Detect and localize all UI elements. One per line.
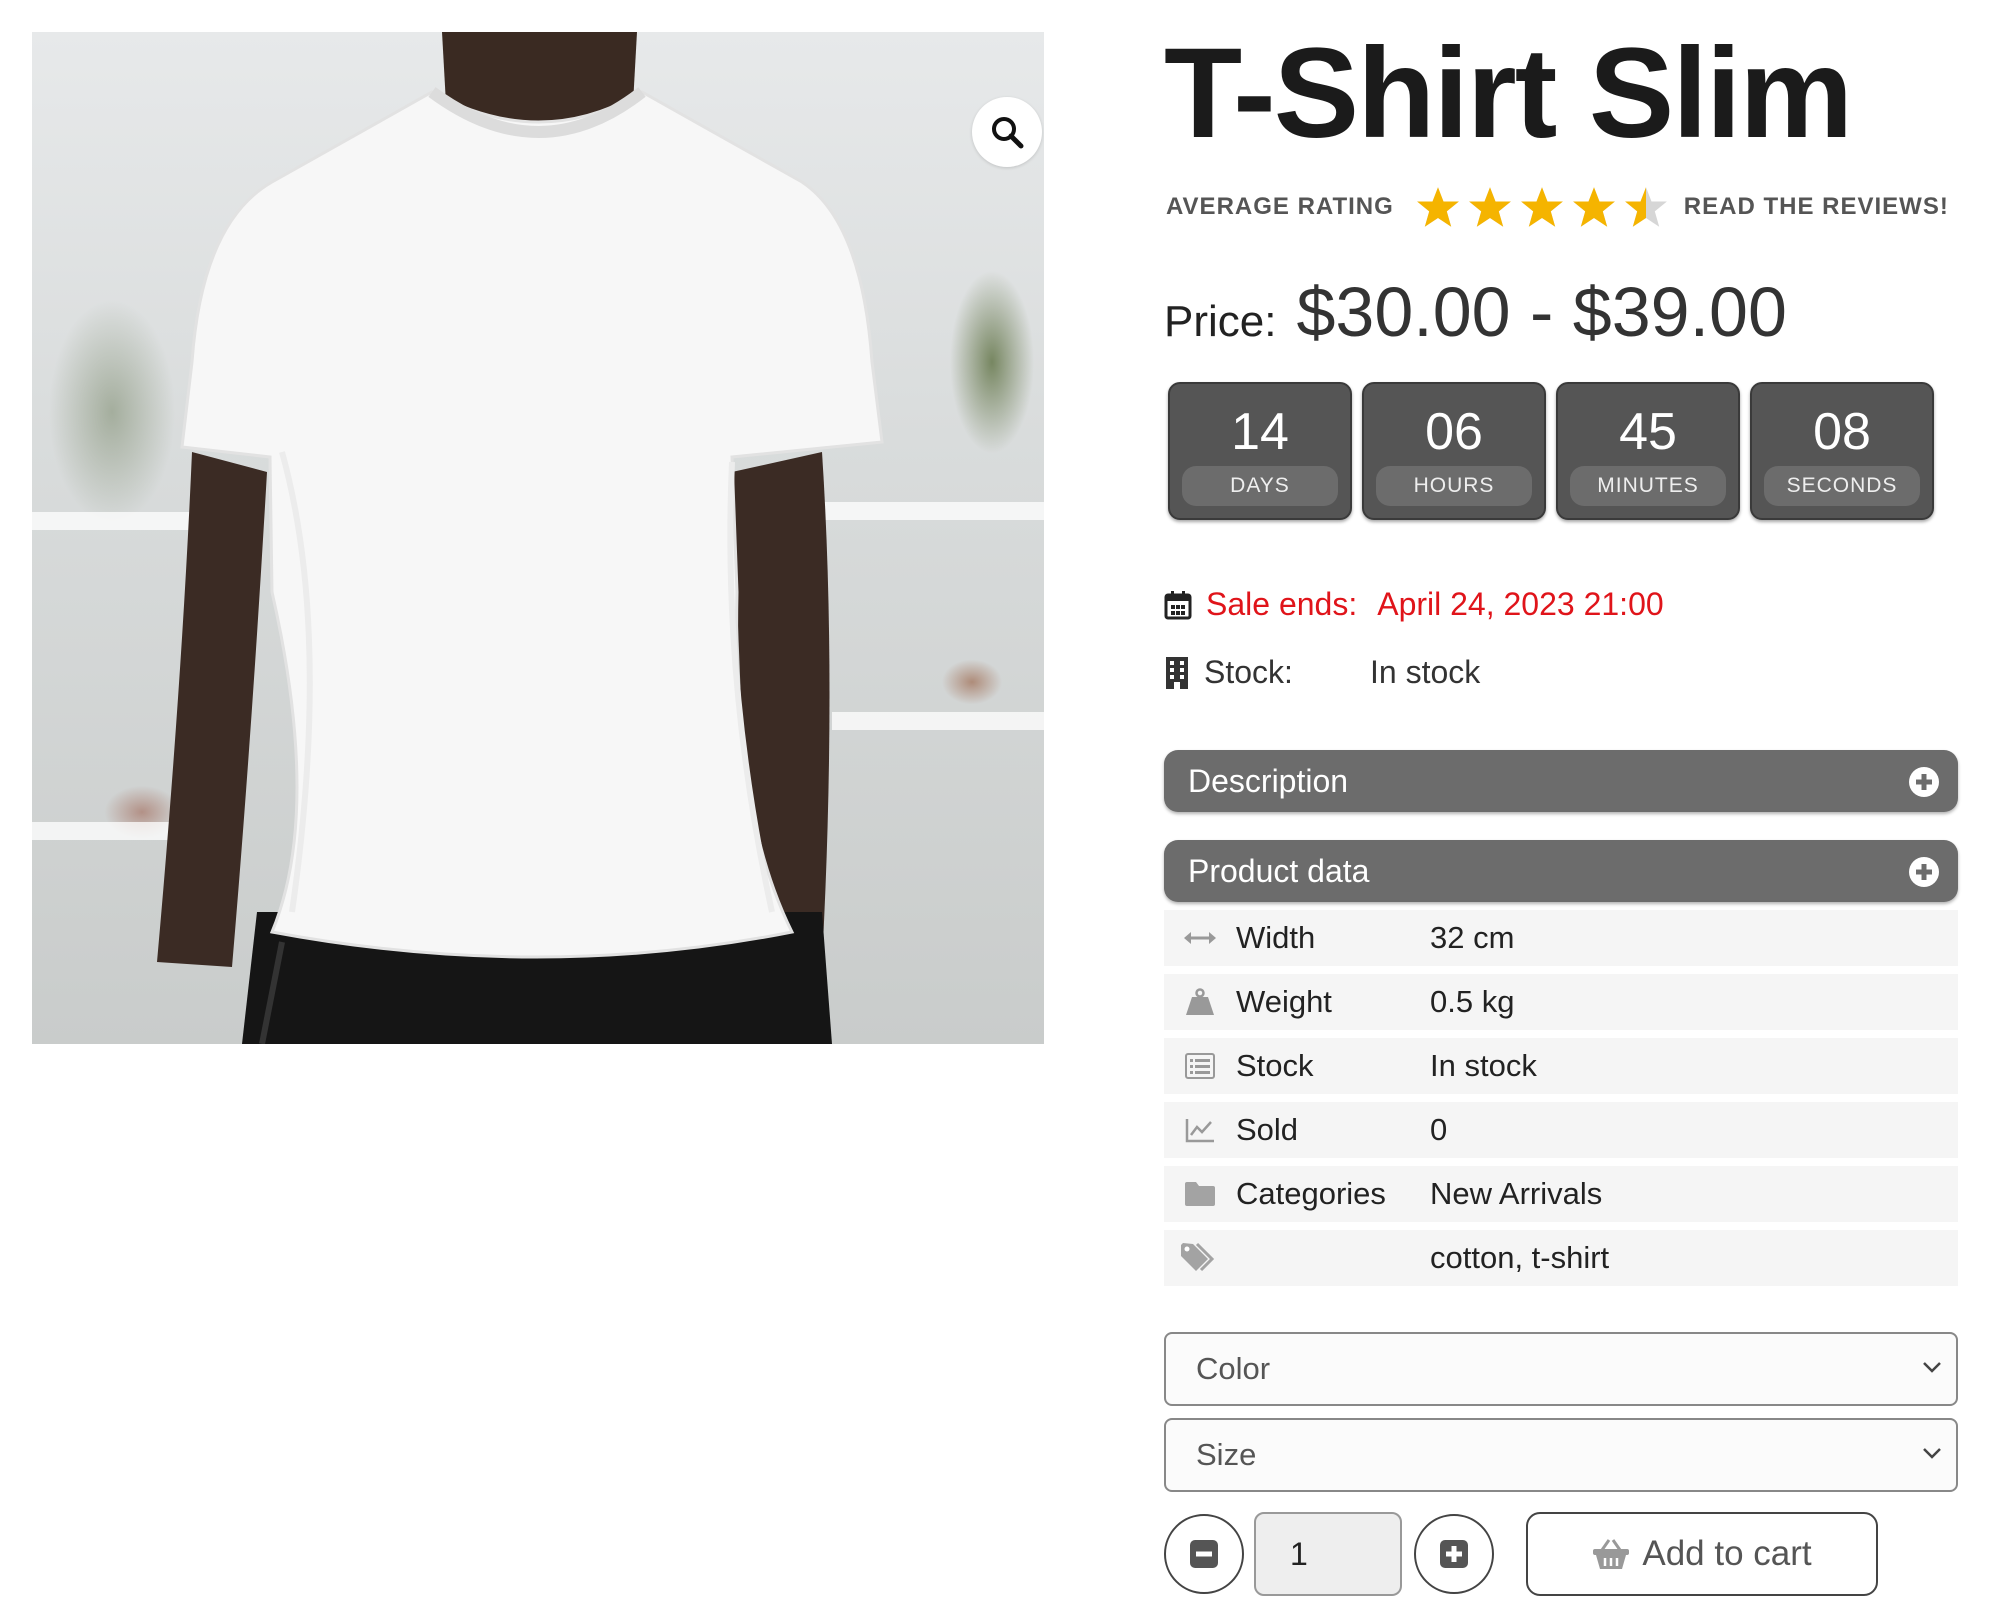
countdown-hours: 06 HOURS: [1362, 382, 1546, 520]
data-value: cotton, t-shirt: [1430, 1240, 1610, 1275]
countdown-minutes: 45 MINUTES: [1556, 382, 1740, 520]
folder-icon: [1185, 1182, 1215, 1206]
product-data-table: Width 32 cm Weight 0.5 kg Stock In stock…: [1164, 910, 1958, 1294]
stock-label: Stock:: [1204, 654, 1293, 690]
building-icon: [1166, 656, 1188, 689]
data-key: Width: [1236, 920, 1316, 955]
chevron-down-icon: [1923, 1362, 1941, 1373]
accordion-product-data[interactable]: Product data: [1164, 840, 1958, 902]
data-value: 0: [1430, 1112, 1448, 1147]
table-row: Sold 0: [1164, 1102, 1958, 1158]
rating-label: AVERAGE RATING: [1166, 193, 1394, 220]
star-icon: [1468, 187, 1511, 227]
data-value: New Arrivals: [1430, 1176, 1603, 1211]
chart-line-icon: [1185, 1119, 1214, 1143]
star-icon: [1520, 187, 1563, 227]
star-rating: [1416, 186, 1668, 228]
price-value: $30.00 - $39.00: [1296, 273, 1787, 351]
magnifier-icon: [992, 117, 1024, 149]
minus-square-icon: [1190, 1540, 1218, 1568]
table-row: Weight 0.5 kg: [1164, 974, 1958, 1030]
countdown-value: 06: [1425, 403, 1483, 461]
countdown-unit: SECONDS: [1764, 466, 1920, 506]
quantity-input[interactable]: 1: [1254, 1512, 1402, 1596]
sale-ends-label: Sale ends:: [1206, 586, 1358, 622]
data-value: 0.5 kg: [1430, 984, 1515, 1019]
countdown-unit: DAYS: [1182, 466, 1338, 506]
star-icon: [1624, 187, 1667, 227]
add-to-cart-label: Add to cart: [1642, 1534, 1812, 1573]
color-select[interactable]: Color: [1164, 1332, 1958, 1406]
table-row: cotton, t-shirt: [1164, 1230, 1958, 1286]
rating-row: AVERAGE RATING READ THE REVIEWS!: [1166, 182, 1949, 232]
accordion-title: Product data: [1188, 853, 1370, 889]
countdown-unit: HOURS: [1376, 466, 1532, 506]
calendar-icon: [1164, 590, 1192, 619]
select-placeholder: Color: [1196, 1351, 1271, 1386]
accordion-title: Description: [1188, 763, 1349, 799]
star-icon: [1416, 187, 1459, 227]
data-key: Categories: [1236, 1176, 1386, 1211]
countdown-days: 14 DAYS: [1168, 382, 1352, 520]
countdown-unit: MINUTES: [1570, 466, 1726, 506]
countdown-seconds: 08 SECONDS: [1750, 382, 1934, 520]
data-key: Stock: [1236, 1048, 1314, 1083]
quantity-decrease-button[interactable]: [1164, 1514, 1244, 1594]
table-row: Width 32 cm: [1164, 910, 1958, 966]
stock-value: In stock: [1370, 654, 1481, 690]
data-value: 32 cm: [1430, 920, 1515, 955]
select-placeholder: Size: [1196, 1437, 1257, 1472]
weight-icon: [1186, 988, 1214, 1015]
zoom-button[interactable]: [972, 97, 1042, 167]
plus-circle-icon: [1909, 857, 1939, 887]
read-reviews-link[interactable]: READ THE REVIEWS!: [1684, 193, 1949, 221]
plus-circle-icon: [1909, 767, 1939, 797]
data-value: In stock: [1430, 1048, 1537, 1083]
star-icon: [1572, 187, 1615, 227]
sale-countdown: 14 DAYS 06 HOURS 45 MINUTES 08 SECONDS: [1168, 382, 1934, 520]
model-tshirt-illustration: [157, 32, 884, 1044]
chevron-down-icon: [1923, 1448, 1941, 1459]
list-icon: [1185, 1053, 1215, 1079]
data-key: Sold: [1236, 1112, 1299, 1147]
table-row: Stock In stock: [1164, 1038, 1958, 1094]
add-to-cart-button[interactable]: Add to cart: [1526, 1512, 1878, 1596]
price-label: Price:: [1164, 297, 1277, 346]
countdown-value: 14: [1231, 403, 1289, 461]
sale-ends-date: April 24, 2023 21:00: [1377, 586, 1664, 622]
table-row: Categories New Arrivals: [1164, 1166, 1958, 1222]
tags-icon: [1181, 1242, 1215, 1272]
basket-icon: [1593, 1539, 1630, 1569]
countdown-value: 08: [1813, 403, 1871, 461]
quantity-increase-button[interactable]: [1414, 1514, 1494, 1594]
stock-row: Stock: In stock: [1164, 654, 1480, 691]
accordion-description[interactable]: Description: [1164, 750, 1958, 812]
countdown-value: 45: [1619, 403, 1677, 461]
product-title: T-Shirt Slim: [1164, 22, 1853, 165]
sale-ends-row: Sale ends: April 24, 2023 21:00: [1164, 586, 1664, 623]
arrows-horizontal-icon: [1184, 932, 1216, 944]
size-select[interactable]: Size: [1164, 1418, 1958, 1492]
product-image[interactable]: [32, 32, 1044, 1044]
data-key: Weight: [1236, 984, 1332, 1019]
price-row: Price: $30.00 - $39.00: [1164, 272, 1787, 352]
plus-square-icon: [1440, 1540, 1468, 1568]
